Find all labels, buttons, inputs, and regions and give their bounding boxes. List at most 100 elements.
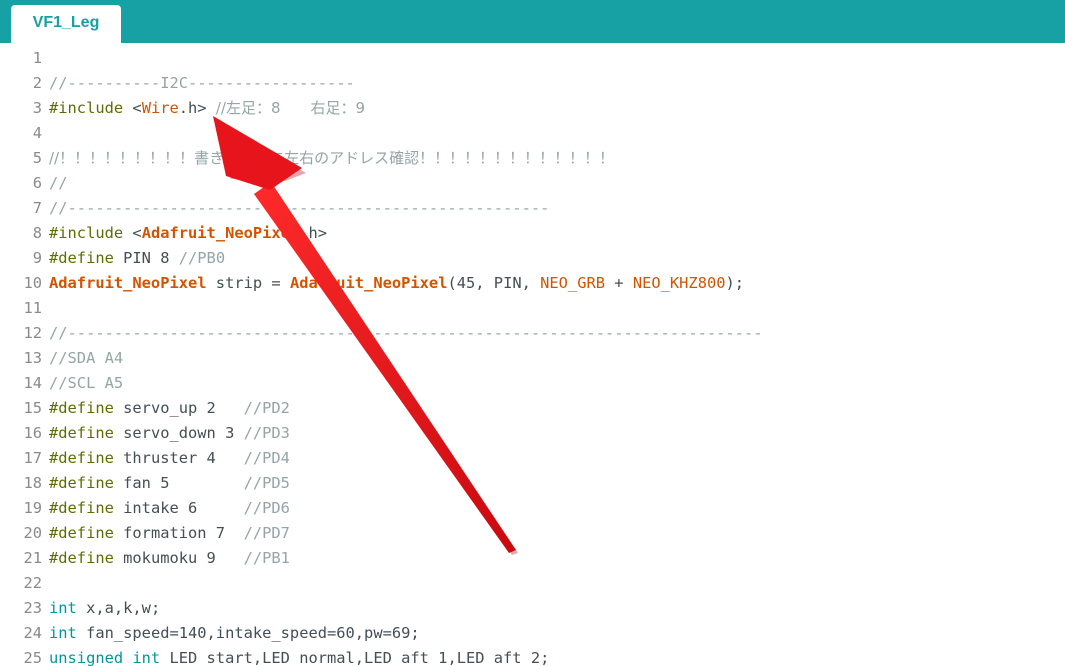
code-line[interactable]: 9 #define PIN 8 //PB0: [0, 246, 1065, 271]
code-token: NEO_KHZ800: [632, 274, 726, 292]
code-line[interactable]: 14 //SCL A5: [0, 371, 1065, 396]
code-token: //PD3: [243, 424, 290, 442]
code-token: mokumoku 9: [113, 549, 244, 567]
code-token: Adafruit_NeoPixel: [141, 224, 300, 242]
code-text: //SCL A5: [49, 371, 123, 396]
line-number: 7: [32, 199, 42, 217]
code-line[interactable]: 21 #define mokumoku 9 //PB1: [0, 546, 1065, 571]
code-token: #define: [49, 499, 114, 517]
code-line[interactable]: 19 #define intake 6 //PD6: [0, 496, 1065, 521]
code-line[interactable]: 23 int x,a,k,w;: [0, 596, 1065, 621]
line-number: 13: [23, 349, 42, 367]
code-line[interactable]: 3 #include <Wire.h> //左足：8 右足：9: [0, 96, 1065, 121]
code-text: #include <Adafruit_NeoPixel.h>: [49, 221, 327, 246]
line-number: 8: [32, 224, 42, 242]
code-token: .h>: [178, 99, 216, 117]
code-token: #include: [49, 224, 124, 242]
line-number: 5: [32, 149, 42, 167]
code-token: //SCL A5: [49, 374, 124, 392]
code-token: <: [123, 224, 142, 242]
line-number: 23: [23, 599, 42, 617]
code-token: #define: [49, 249, 114, 267]
code-token: //PD4: [243, 449, 290, 467]
tab-vf1-leg[interactable]: VF1_Leg: [11, 5, 121, 43]
code-editor[interactable]: 1 2//----------I2C------------------ 3 #inc…: [0, 43, 1065, 666]
code-token: //左足：8 右足：9: [215, 99, 366, 117]
code-line[interactable]: 4: [0, 121, 1065, 146]
line-number: 24: [23, 624, 42, 642]
code-token: fan_speed=140,intake_speed=60,pw=69;: [76, 624, 420, 642]
code-token: strip =: [206, 274, 290, 292]
code-line[interactable]: 16 #define servo_down 3 //PD3: [0, 421, 1065, 446]
code-token: Wire: [141, 99, 179, 117]
code-line[interactable]: 5 //！！！！！！！！！書き込む前に左右のアドレス確認！！！！！！！！！！！！！: [0, 146, 1065, 171]
code-token: thruster 4: [113, 449, 244, 467]
code-token: #define: [49, 424, 114, 442]
code-text: unsigned int LED_start,LED_normal,LED_af…: [49, 646, 549, 666]
line-number: 15: [23, 399, 42, 417]
line-number: 21: [23, 549, 42, 567]
code-token: #define: [49, 449, 114, 467]
code-line[interactable]: 13 //SDA A4: [0, 346, 1065, 371]
code-token: //PD5: [243, 474, 290, 492]
code-token: LED_start,LED_normal,LED_aft_1,LED_aft_2…: [160, 649, 550, 666]
code-token: //PB1: [243, 549, 290, 567]
code-text: #define formation 7 //PD7: [49, 521, 290, 546]
code-token: );: [725, 274, 745, 292]
code-token: #define: [49, 549, 114, 567]
code-line[interactable]: 6 //: [0, 171, 1065, 196]
code-line[interactable]: 12 //------------------------------------…: [0, 321, 1065, 346]
code-line[interactable]: 18 #define fan 5 //PD5: [0, 471, 1065, 496]
code-line[interactable]: 10 Adafruit_NeoPixel strip = Adafruit_Neo…: [0, 271, 1065, 296]
code-token: #define: [49, 524, 114, 542]
line-number: 19: [23, 499, 42, 517]
code-token: (45, PIN,: [447, 274, 541, 292]
code-token: //PD6: [243, 499, 290, 517]
code-line[interactable]: 24 int fan_speed=140,intake_speed=60,pw=6…: [0, 621, 1065, 646]
line-number: 1: [32, 49, 42, 67]
code-text: //----------I2C------------------: [49, 71, 355, 96]
code-line[interactable]: 11: [0, 296, 1065, 321]
code-text: #define servo_up 2 //PD2: [49, 396, 290, 421]
line-number: 11: [23, 299, 42, 317]
code-token: //！！！！！！！！！書き込む前に左右のアドレス確認！！！！！！！！！！！！！: [49, 149, 615, 167]
code-line[interactable]: 15 #define servo_up 2 //PD2: [0, 396, 1065, 421]
line-number: 12: [23, 324, 42, 342]
tab-bar: VF1_Leg: [0, 0, 1065, 43]
code-text: int fan_speed=140,intake_speed=60,pw=69;: [49, 621, 420, 646]
code-token: NEO_GRB: [540, 274, 606, 292]
code-line[interactable]: 25 unsigned int LED_start,LED_normal,LED_…: [0, 646, 1065, 666]
code-line[interactable]: 1: [0, 46, 1065, 71]
code-line[interactable]: 8 #include <Adafruit_NeoPixel.h>: [0, 221, 1065, 246]
code-text: #define mokumoku 9 //PB1: [49, 546, 290, 571]
code-token: +: [605, 274, 633, 292]
code-token: formation 7: [113, 524, 244, 542]
code-line[interactable]: 20 #define formation 7 //PD7: [0, 521, 1065, 546]
code-line[interactable]: 2 //----------I2C------------------: [0, 71, 1065, 96]
code-text: #define servo_down 3 //PD3: [49, 421, 290, 446]
code-token: //: [49, 174, 68, 192]
line-number: 4: [32, 124, 42, 142]
code-token: fan 5: [113, 474, 244, 492]
code-token: //SDA A4: [49, 349, 124, 367]
line-number: 16: [23, 424, 42, 442]
code-line[interactable]: 22: [0, 571, 1065, 596]
code-token: <: [123, 99, 142, 117]
code-token: //PD7: [243, 524, 290, 542]
line-number: 9: [32, 249, 42, 267]
line-number: 3: [32, 99, 42, 117]
code-token: .h>: [299, 224, 328, 242]
code-line[interactable]: 17 #define thruster 4 //PD4: [0, 446, 1065, 471]
code-text: Adafruit_NeoPixel strip = Adafruit_NeoPi…: [49, 271, 744, 296]
code-token: //----------I2C------------------: [49, 74, 355, 92]
code-text: #include <Wire.h> //左足：8 右足：9: [49, 96, 365, 121]
code-token: x,a,k,w;: [76, 599, 161, 617]
code-token: #define: [49, 399, 114, 417]
code-token: //PD2: [243, 399, 290, 417]
code-token: Adafruit_NeoPixel: [289, 274, 448, 292]
line-number: 17: [23, 449, 42, 467]
code-token: #include: [49, 99, 124, 117]
code-text: //: [49, 171, 68, 196]
line-number: 6: [32, 174, 42, 192]
code-line[interactable]: 7 //-------------------------------------…: [0, 196, 1065, 221]
